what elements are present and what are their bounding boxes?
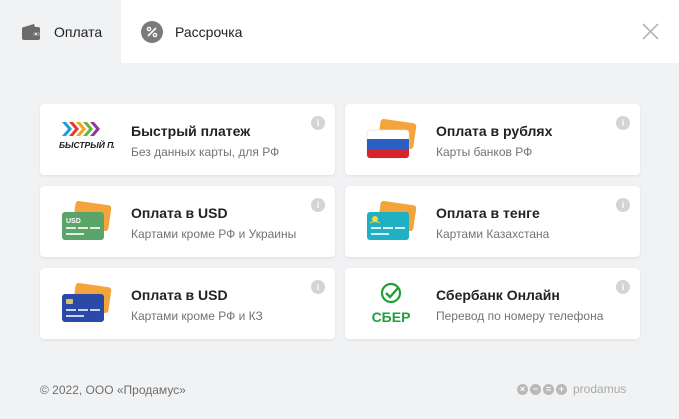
info-icon[interactable]: i [311, 198, 325, 212]
svg-text:БЫСТРЫЙ ПЛАТЕЖ: БЫСТРЫЙ ПЛАТЕЖ [59, 139, 114, 150]
tab-payment-label: Оплата [54, 23, 103, 40]
close-icon [642, 23, 659, 40]
copyright: © 2022, ООО «Продамус» [40, 383, 186, 397]
percent-icon [141, 20, 163, 43]
option-subtitle: Картами кроме РФ и Украины [131, 227, 297, 241]
usd-blue-card-icon [58, 282, 114, 326]
option-title: Сбербанк Онлайн [436, 287, 560, 303]
payment-option-sber[interactable]: СБЕР Сбербанк Онлайн Перевод по номеру т… [345, 268, 640, 339]
option-subtitle: Без данных карты, для РФ [131, 145, 280, 159]
payment-option-usd[interactable]: USD Оплата в USD Картами кроме РФ и Укра… [40, 186, 335, 257]
tab-installment[interactable]: Рассрочка [121, 0, 281, 63]
option-title: Оплата в USD [131, 287, 228, 303]
close-dot-icon: × [517, 383, 528, 395]
payment-option-kzt[interactable]: Оплата в тенге Картами Казахстана i [345, 186, 640, 257]
brand-logo[interactable]: × − = + prodamus [517, 382, 626, 396]
tab-payment[interactable]: Оплата [0, 0, 121, 63]
kzt-card-icon [363, 200, 419, 244]
plus-dot-icon: + [556, 383, 567, 395]
info-icon[interactable]: i [311, 116, 325, 130]
info-icon[interactable]: i [616, 280, 630, 294]
svg-text:USD: USD [66, 218, 81, 225]
info-icon[interactable]: i [616, 116, 630, 130]
equals-dot-icon: = [543, 383, 554, 395]
minus-dot-icon: − [530, 383, 541, 395]
wallet-icon [20, 21, 42, 43]
svg-text:СБЕР: СБЕР [372, 309, 411, 325]
close-button[interactable] [640, 21, 661, 42]
option-title: Оплата в рублях [436, 123, 553, 139]
info-icon[interactable]: i [311, 280, 325, 294]
sbp-logo: БЫСТРЫЙ ПЛАТЕЖ [58, 118, 114, 162]
payment-option-rub[interactable]: Оплата в рублях Карты банков РФ i [345, 104, 640, 175]
option-subtitle: Карты банков РФ [436, 145, 533, 159]
option-subtitle: Перевод по номеру телефона [436, 309, 604, 323]
option-subtitle: Картами Казахстана [436, 227, 550, 241]
info-icon[interactable]: i [616, 198, 630, 212]
rub-card-icon [363, 118, 419, 162]
payment-option-usd-2[interactable]: Оплата в USD Картами кроме РФ и КЗ i [40, 268, 335, 339]
modal-header: Оплата Рассрочка [0, 0, 679, 63]
brand-name: prodamus [573, 382, 627, 396]
payment-modal: Оплата Рассрочка БЫСТРЫЙ П Быстрый плате… [0, 0, 679, 419]
option-title: Оплата в USD [131, 205, 228, 221]
tab-installment-label: Рассрочка [175, 23, 243, 40]
option-title: Оплата в тенге [436, 205, 540, 221]
sber-logo: СБЕР [363, 282, 419, 326]
option-subtitle: Картами кроме РФ и КЗ [131, 309, 263, 323]
usd-card-icon: USD [58, 200, 114, 244]
payment-option-sbp[interactable]: БЫСТРЫЙ ПЛАТЕЖ Быстрый платеж Без данных… [40, 104, 335, 175]
brand-dots-icon: × − = + [517, 383, 567, 395]
option-title: Быстрый платеж [131, 123, 251, 139]
